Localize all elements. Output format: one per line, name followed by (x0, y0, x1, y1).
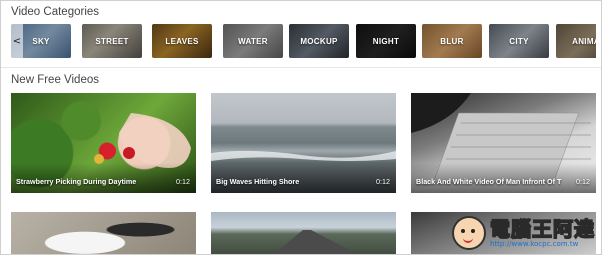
video-card-strawberry[interactable]: Strawberry Picking During Daytime 0:12 (11, 93, 196, 193)
video-categories-heading: Video Categories (11, 6, 100, 18)
category-night[interactable]: NIGHT (356, 24, 416, 58)
category-label: NIGHT (372, 36, 400, 46)
category-label: ANIMA (572, 36, 596, 46)
carousel-prev-arrow-icon[interactable]: < (11, 24, 23, 58)
category-carousel: < SKY STREET LEAVES WATER MOCKUP NIGHT B… (11, 24, 596, 58)
category-street[interactable]: STREET (82, 24, 142, 58)
video-card-dog[interactable] (11, 212, 196, 254)
video-duration: 0:12 (176, 177, 190, 186)
watermark: 電腦王阿達 http://www.kocpc.com.tw (452, 216, 595, 250)
new-free-videos-heading: New Free Videos (11, 74, 99, 86)
video-card-waves[interactable]: Big Waves Hitting Shore 0:12 (211, 93, 396, 193)
video-title: Strawberry Picking During Daytime (16, 177, 137, 186)
section-divider (1, 67, 601, 68)
category-leaves[interactable]: LEAVES (152, 24, 212, 58)
category-label: STREET (95, 36, 129, 46)
page-frame: Video Categories < SKY STREET LEAVES WAT… (0, 0, 602, 255)
category-label: BLUR (440, 36, 464, 46)
category-label: WATER (238, 36, 268, 46)
video-card-keyboard[interactable]: Black And White Video Of Man Infront Of … (411, 93, 596, 193)
category-label: LEAVES (165, 36, 199, 46)
video-duration: 0:12 (576, 177, 590, 186)
category-city[interactable]: CITY (489, 24, 549, 58)
category-mockup[interactable]: MOCKUP (289, 24, 349, 58)
category-water[interactable]: WATER (223, 24, 283, 58)
video-title: Big Waves Hitting Shore (216, 177, 300, 186)
category-label: CITY (509, 36, 529, 46)
video-card-road[interactable] (211, 212, 396, 254)
category-blur[interactable]: BLUR (422, 24, 482, 58)
category-label: SKY (32, 36, 50, 46)
video-duration: 0:12 (376, 177, 390, 186)
video-title: Black And White Video Of Man Infront Of … (416, 177, 562, 186)
category-animals[interactable]: ANIMA (556, 24, 596, 58)
watermark-title: 電腦王阿達 (489, 217, 595, 241)
watermark-text: 電腦王阿達 http://www.kocpc.com.tw (489, 217, 595, 248)
category-label: MOCKUP (300, 36, 338, 46)
road-thumbnail (273, 230, 358, 254)
watermark-url: http://www.kocpc.com.tw (490, 240, 579, 248)
mascot-face-icon (452, 216, 486, 250)
